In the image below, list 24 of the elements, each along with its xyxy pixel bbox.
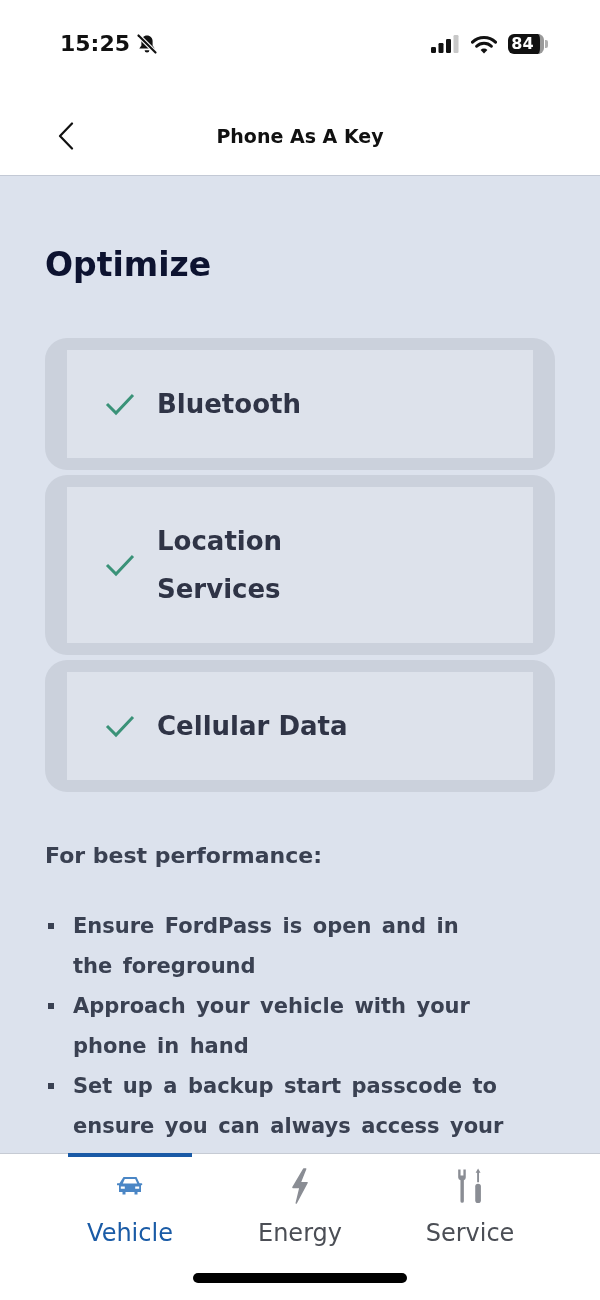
battery-percentage: 84 [508, 34, 544, 54]
bullet-icon [48, 923, 54, 929]
signal-icon [431, 35, 459, 53]
tab-bar-item[interactable]: Energy [215, 1154, 385, 1248]
permission-label: Cellular Data [157, 710, 348, 743]
page-title: Phone As A Key [216, 124, 384, 147]
wifi-icon [471, 34, 497, 54]
bell-slash-icon [136, 33, 159, 55]
section-heading: Optimize [45, 245, 213, 285]
bullet-icon [48, 1083, 54, 1089]
tip-text: Set up a backup start passcode to ensure you can always access your [73, 1073, 505, 1140]
tab-bar-item[interactable]: Vehicle [45, 1154, 215, 1248]
tab-bar-item[interactable]: Service [385, 1154, 555, 1248]
car-icon [117, 1176, 143, 1196]
permission-label: Bluetooth [157, 388, 301, 421]
tips-heading: For best performance: [45, 842, 323, 870]
permission-label: Location Services [157, 525, 284, 606]
bullet-icon [48, 1003, 54, 1009]
status-time: 15:25 [60, 31, 131, 57]
lightning-bolt-icon [290, 1168, 310, 1204]
tip-text: Ensure FordPass is open and in the foreground [73, 913, 460, 980]
back-icon[interactable] [58, 122, 74, 150]
tip-text: Approach your vehicle with your phone in hand [73, 993, 471, 1060]
battery-cap-icon [545, 40, 548, 48]
